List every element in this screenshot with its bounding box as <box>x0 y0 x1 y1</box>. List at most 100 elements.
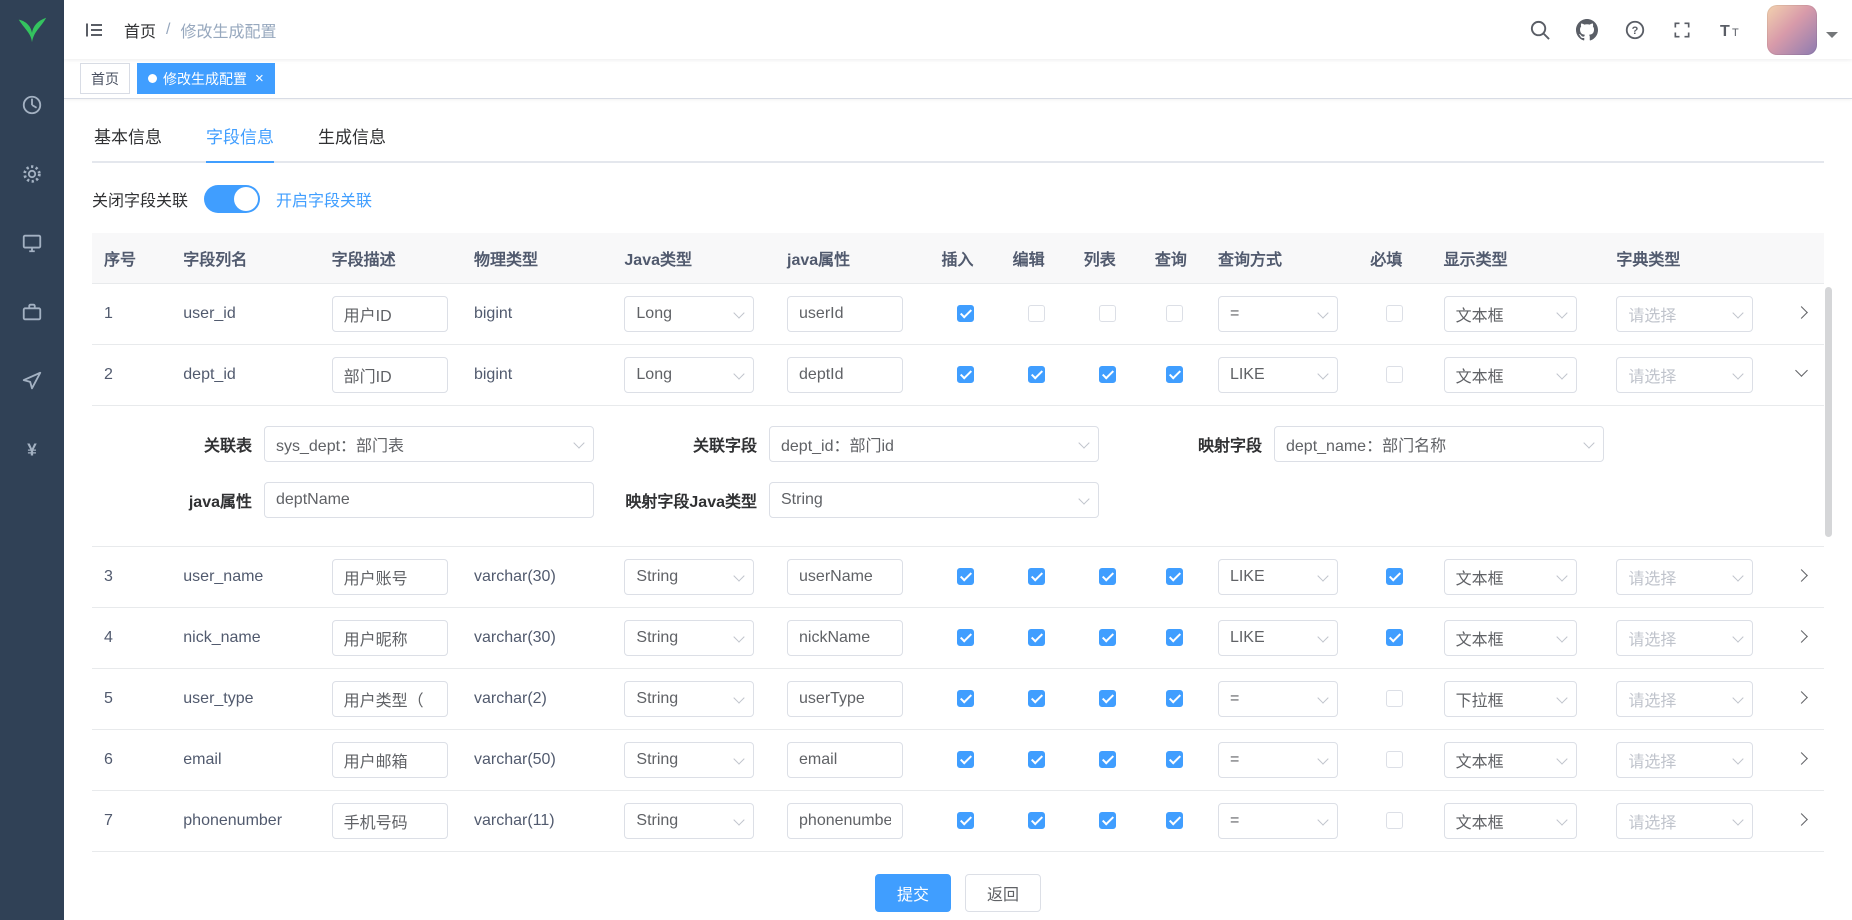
required-checkbox[interactable] <box>1386 568 1403 585</box>
expand-row-icon[interactable] <box>1795 751 1809 765</box>
column-comment-input[interactable] <box>332 742 448 778</box>
tab-basic-info[interactable]: 基本信息 <box>92 115 184 161</box>
edit-checkbox[interactable] <box>1028 568 1045 585</box>
tab-field-info[interactable]: 字段信息 <box>184 115 296 161</box>
fullscreen-button[interactable] <box>1659 0 1705 59</box>
sidebar-item-system[interactable] <box>0 139 64 208</box>
java-field-input[interactable] <box>787 803 903 839</box>
required-checkbox[interactable] <box>1386 812 1403 829</box>
insert-checkbox[interactable] <box>957 751 974 768</box>
html-type-select[interactable]: 文本框 <box>1444 620 1577 656</box>
java-type-select[interactable]: Long <box>624 296 754 332</box>
query-type-select[interactable]: LIKE <box>1218 620 1338 656</box>
back-button[interactable]: 返回 <box>965 874 1041 912</box>
required-checkbox[interactable] <box>1386 366 1403 383</box>
query-type-select[interactable]: = <box>1218 296 1338 332</box>
expand-row-icon[interactable] <box>1795 812 1809 826</box>
query-type-select[interactable]: = <box>1218 742 1338 778</box>
relation-switch[interactable] <box>204 185 260 213</box>
html-type-select[interactable]: 文本框 <box>1444 357 1577 393</box>
vertical-scrollbar[interactable] <box>1825 287 1832 537</box>
expand-row-icon[interactable] <box>1795 366 1809 380</box>
expand-row-icon[interactable] <box>1795 690 1809 704</box>
column-comment-input[interactable] <box>332 559 448 595</box>
query-type-select[interactable]: = <box>1218 681 1338 717</box>
required-checkbox[interactable] <box>1386 751 1403 768</box>
insert-checkbox[interactable] <box>957 690 974 707</box>
java-field-input[interactable] <box>787 296 903 332</box>
query-type-select[interactable]: LIKE <box>1218 357 1338 393</box>
insert-checkbox[interactable] <box>957 305 974 322</box>
query-checkbox[interactable] <box>1166 629 1183 646</box>
edit-checkbox[interactable] <box>1028 690 1045 707</box>
tag-close-icon[interactable]: × <box>255 71 264 86</box>
search-button[interactable] <box>1516 0 1563 59</box>
sidebar-toggle[interactable] <box>72 0 116 59</box>
list-checkbox[interactable] <box>1099 690 1116 707</box>
user-menu[interactable] <box>1767 5 1838 55</box>
query-checkbox[interactable] <box>1166 751 1183 768</box>
java-attribute-input[interactable] <box>264 482 594 518</box>
edit-checkbox[interactable] <box>1028 629 1045 646</box>
html-type-select[interactable]: 文本框 <box>1444 559 1577 595</box>
edit-checkbox[interactable] <box>1028 751 1045 768</box>
dict-type-select[interactable]: 请选择 <box>1616 559 1753 595</box>
relation-table-select[interactable]: sys_dept：部门表 <box>264 426 594 462</box>
dict-type-select[interactable]: 请选择 <box>1616 803 1753 839</box>
java-type-select[interactable]: String <box>624 681 754 717</box>
dict-type-select[interactable]: 请选择 <box>1616 357 1753 393</box>
dict-type-select[interactable]: 请选择 <box>1616 742 1753 778</box>
list-checkbox[interactable] <box>1099 629 1116 646</box>
html-type-select[interactable]: 文本框 <box>1444 803 1577 839</box>
query-checkbox[interactable] <box>1166 568 1183 585</box>
list-checkbox[interactable] <box>1099 751 1116 768</box>
html-type-select[interactable]: 文本框 <box>1444 296 1577 332</box>
breadcrumb-home[interactable]: 首页 <box>124 18 156 42</box>
java-type-select[interactable]: String <box>624 803 754 839</box>
sidebar-item-pay[interactable]: ¥ <box>0 415 64 484</box>
relation-field-select[interactable]: dept_id：部门id <box>769 426 1099 462</box>
java-type-select[interactable]: String <box>624 620 754 656</box>
java-field-input[interactable] <box>787 620 903 656</box>
query-checkbox[interactable] <box>1166 366 1183 383</box>
tab-gen-info[interactable]: 生成信息 <box>296 115 408 161</box>
java-type-select[interactable]: String <box>624 559 754 595</box>
list-checkbox[interactable] <box>1099 568 1116 585</box>
column-comment-input[interactable] <box>332 803 448 839</box>
java-type-select[interactable]: String <box>624 742 754 778</box>
required-checkbox[interactable] <box>1386 629 1403 646</box>
edit-checkbox[interactable] <box>1028 812 1045 829</box>
expand-row-icon[interactable] <box>1795 629 1809 643</box>
sidebar-item-tool[interactable] <box>0 277 64 346</box>
java-field-input[interactable] <box>787 357 903 393</box>
insert-checkbox[interactable] <box>957 812 974 829</box>
list-checkbox[interactable] <box>1099 812 1116 829</box>
query-checkbox[interactable] <box>1166 812 1183 829</box>
edit-checkbox[interactable] <box>1028 366 1045 383</box>
query-type-select[interactable]: LIKE <box>1218 559 1338 595</box>
html-type-select[interactable]: 下拉框 <box>1444 681 1577 717</box>
java-type-select[interactable]: Long <box>624 357 754 393</box>
dict-type-select[interactable]: 请选择 <box>1616 296 1753 332</box>
column-comment-input[interactable] <box>332 681 448 717</box>
required-checkbox[interactable] <box>1386 305 1403 322</box>
font-size-button[interactable]: TT <box>1705 0 1755 59</box>
sidebar-item-guide[interactable] <box>0 346 64 415</box>
column-comment-input[interactable] <box>332 620 448 656</box>
query-checkbox[interactable] <box>1166 305 1183 322</box>
mapping-field-select[interactable]: dept_name：部门名称 <box>1274 426 1604 462</box>
app-logo[interactable] <box>0 0 64 60</box>
submit-button[interactable]: 提交 <box>875 874 951 912</box>
sidebar-item-dashboard[interactable] <box>0 70 64 139</box>
tag-gen-config-edit[interactable]: 修改生成配置× <box>137 63 275 94</box>
java-field-input[interactable] <box>787 559 903 595</box>
sidebar-item-monitor[interactable] <box>0 208 64 277</box>
list-checkbox[interactable] <box>1099 305 1116 322</box>
github-button[interactable] <box>1563 0 1611 59</box>
dict-type-select[interactable]: 请选择 <box>1616 620 1753 656</box>
java-field-input[interactable] <box>787 681 903 717</box>
user-avatar[interactable] <box>1767 5 1817 55</box>
list-checkbox[interactable] <box>1099 366 1116 383</box>
column-comment-input[interactable] <box>332 296 448 332</box>
column-comment-input[interactable] <box>332 357 448 393</box>
